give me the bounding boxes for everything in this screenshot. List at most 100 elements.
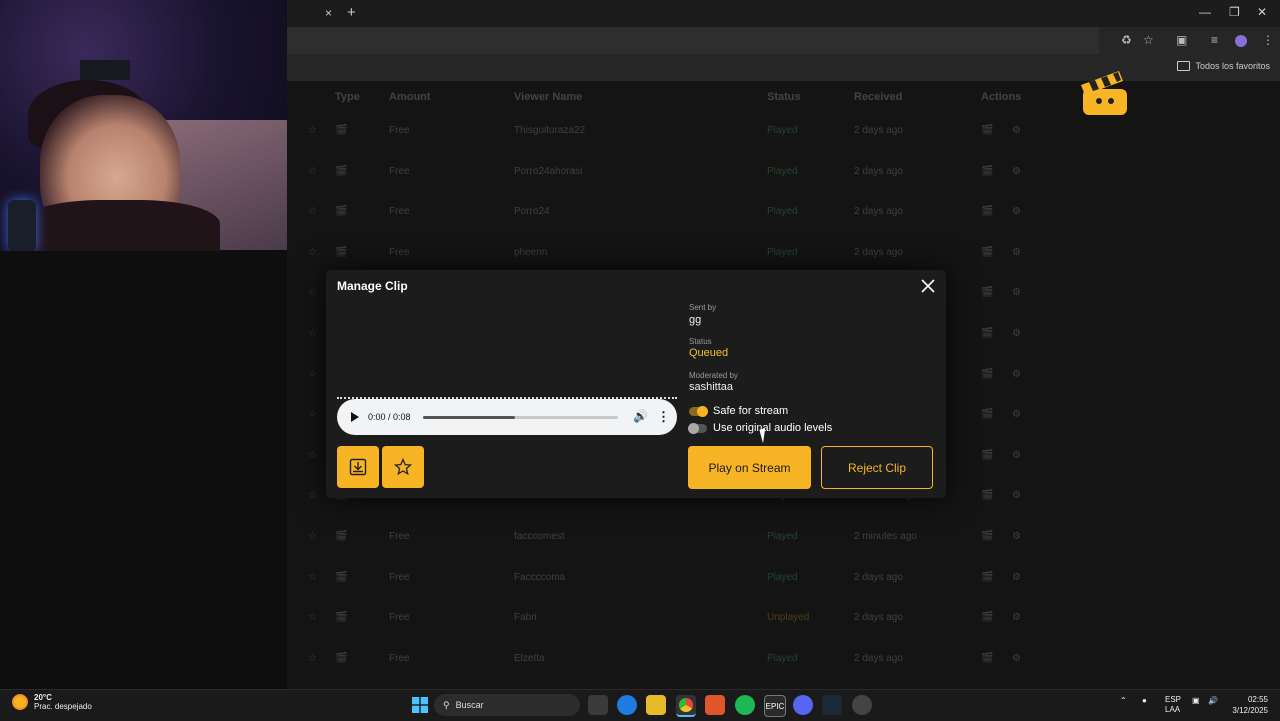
settings-action-icon[interactable]: ⚙	[1012, 206, 1021, 217]
star-icon[interactable]: ☆	[308, 409, 317, 420]
sent-by-label: Sent by	[689, 303, 717, 312]
file-explorer-icon[interactable]	[646, 695, 666, 715]
star-icon[interactable]: ☆	[308, 531, 317, 542]
reject-clip-button[interactable]: Reject Clip	[821, 446, 933, 489]
new-tab-icon[interactable]: +	[347, 4, 356, 21]
clip-action-icon[interactable]: 🎬	[981, 653, 993, 664]
spotify-icon[interactable]	[735, 695, 755, 715]
settings-icon[interactable]	[852, 695, 872, 715]
brave-icon[interactable]	[705, 695, 725, 715]
clip-action-icon[interactable]: 🎬	[981, 206, 993, 217]
clip-action-icon[interactable]: 🎬	[981, 490, 993, 501]
original-audio-toggle[interactable]	[688, 423, 707, 434]
extensions-icon[interactable]: ▣	[1176, 33, 1187, 47]
bookmark-star-icon[interactable]: ☆	[1143, 33, 1154, 47]
tab-close-icon[interactable]: ×	[325, 6, 332, 20]
speaker-icon[interactable]: 🔊	[1208, 696, 1218, 705]
settings-action-icon[interactable]: ⚙	[1012, 572, 1021, 583]
star-icon[interactable]: ☆	[308, 247, 317, 258]
all-bookmarks[interactable]: Todos los favoritos	[1177, 61, 1270, 71]
clip-action-icon[interactable]: 🎬	[981, 247, 993, 258]
settings-action-icon[interactable]: ⚙	[1012, 166, 1021, 177]
taskbar-search[interactable]: ⚲ Buscar	[434, 694, 580, 716]
settings-action-icon[interactable]: ⚙	[1012, 612, 1021, 623]
address-bar[interactable]	[287, 27, 1099, 54]
safe-for-stream-toggle[interactable]	[689, 406, 708, 417]
download-icon	[349, 458, 367, 476]
favorite-button[interactable]	[382, 446, 424, 488]
table-row[interactable]: ☆ 🎬 Free facccomest Played 2 minutes ago 🎬 ⚙	[300, 517, 1040, 558]
folder-icon	[1177, 61, 1191, 71]
clip-action-icon[interactable]: 🎬	[981, 572, 993, 583]
clip-action-icon[interactable]: 🎬	[981, 612, 993, 623]
profile-avatar[interactable]	[1235, 35, 1247, 47]
play-on-stream-button[interactable]: Play on Stream	[688, 446, 811, 489]
table-row[interactable]: ☆ 🎬 Free Faccccoma Played 2 days ago 🎬 ⚙	[300, 558, 1040, 599]
minimize-icon[interactable]: —	[1199, 5, 1211, 19]
star-icon[interactable]: ☆	[308, 328, 317, 339]
volume-icon[interactable]: 🔊	[633, 409, 648, 423]
table-row[interactable]: ☆ 🎬 Free Thisguitoraza22 Played 2 days ago 🎬 ⚙	[300, 111, 1040, 152]
epic-games-icon[interactable]: EPIC	[764, 695, 786, 717]
task-view-icon[interactable]	[588, 695, 608, 715]
viewer-name-cell: Elzetta	[514, 652, 545, 664]
settings-action-icon[interactable]: ⚙	[1012, 653, 1021, 664]
translate-icon[interactable]: ♻	[1121, 33, 1132, 47]
play-icon[interactable]	[351, 412, 359, 422]
settings-action-icon[interactable]: ⚙	[1012, 328, 1021, 339]
start-button[interactable]	[410, 695, 430, 715]
column-header[interactable]: Viewer Name	[514, 91, 582, 103]
system-clock[interactable]: 02:55 3/12/2025	[1228, 694, 1268, 716]
tray-overflow-icon[interactable]: ⌃	[1120, 696, 1127, 705]
star-icon[interactable]: ☆	[308, 369, 317, 380]
chrome-icon[interactable]	[676, 695, 696, 717]
star-icon[interactable]: ☆	[308, 572, 317, 583]
language-indicator[interactable]: ESP LAA	[1165, 695, 1181, 715]
settings-action-icon[interactable]: ⚙	[1012, 369, 1021, 380]
star-icon[interactable]: ☆	[308, 450, 317, 461]
star-icon[interactable]: ☆	[308, 125, 317, 136]
settings-action-icon[interactable]: ⚙	[1012, 287, 1021, 298]
media-control-icon[interactable]: ≡	[1211, 33, 1218, 47]
close-icon[interactable]	[920, 278, 936, 294]
status-label: Status	[689, 337, 712, 346]
restore-icon[interactable]: ❐	[1229, 5, 1240, 19]
clip-action-icon[interactable]: 🎬	[981, 328, 993, 339]
star-icon[interactable]: ☆	[308, 206, 317, 217]
settings-action-icon[interactable]: ⚙	[1012, 531, 1021, 542]
table-row[interactable]: ☆ 🎬 Free Porro24ahorasi Played 2 days ago 🎬 ⚙	[300, 152, 1040, 193]
settings-action-icon[interactable]: ⚙	[1012, 450, 1021, 461]
steam-icon[interactable]	[822, 695, 842, 715]
table-row[interactable]: ☆ 🎬 Free Elzetta Played 2 days ago 🎬 ⚙	[300, 639, 1040, 680]
star-icon[interactable]: ☆	[308, 490, 317, 501]
edge-icon[interactable]	[617, 695, 637, 715]
settings-action-icon[interactable]: ⚙	[1012, 490, 1021, 501]
browser-menu-icon[interactable]: ⋮	[1262, 33, 1274, 47]
discord-icon[interactable]	[793, 695, 813, 715]
table-row[interactable]: ☆ 🎬 Free pheenn Played 2 days ago 🎬 ⚙	[300, 233, 1040, 274]
audio-seek-bar[interactable]	[423, 416, 618, 419]
settings-action-icon[interactable]: ⚙	[1012, 125, 1021, 136]
modal-title: Manage Clip	[337, 279, 408, 293]
settings-action-icon[interactable]: ⚙	[1012, 409, 1021, 420]
download-button[interactable]	[337, 446, 379, 488]
clip-action-icon[interactable]: 🎬	[981, 125, 993, 136]
window-close-icon[interactable]: ✕	[1257, 5, 1267, 19]
clip-action-icon[interactable]: 🎬	[981, 409, 993, 420]
clip-action-icon[interactable]: 🎬	[981, 531, 993, 542]
table-row[interactable]: ☆ 🎬 Free Fabri Unplayed 2 days ago 🎬 ⚙	[300, 598, 1040, 639]
clip-action-icon[interactable]: 🎬	[981, 369, 993, 380]
microphone-icon[interactable]: ●	[1142, 696, 1147, 705]
star-icon[interactable]: ☆	[308, 166, 317, 177]
more-options-icon[interactable]: ⋮	[657, 409, 670, 425]
table-row[interactable]: ☆ 🎬 Free Porro24 Played 2 days ago 🎬 ⚙	[300, 192, 1040, 233]
clip-action-icon[interactable]: 🎬	[981, 287, 993, 298]
star-icon[interactable]: ☆	[308, 287, 317, 298]
network-icon[interactable]: ▣	[1192, 696, 1200, 705]
weather-widget[interactable]: 20°C Prac. despejado	[12, 693, 92, 711]
clip-action-icon[interactable]: 🎬	[981, 166, 993, 177]
settings-action-icon[interactable]: ⚙	[1012, 247, 1021, 258]
star-icon[interactable]: ☆	[308, 653, 317, 664]
star-icon[interactable]: ☆	[308, 612, 317, 623]
clip-action-icon[interactable]: 🎬	[981, 450, 993, 461]
